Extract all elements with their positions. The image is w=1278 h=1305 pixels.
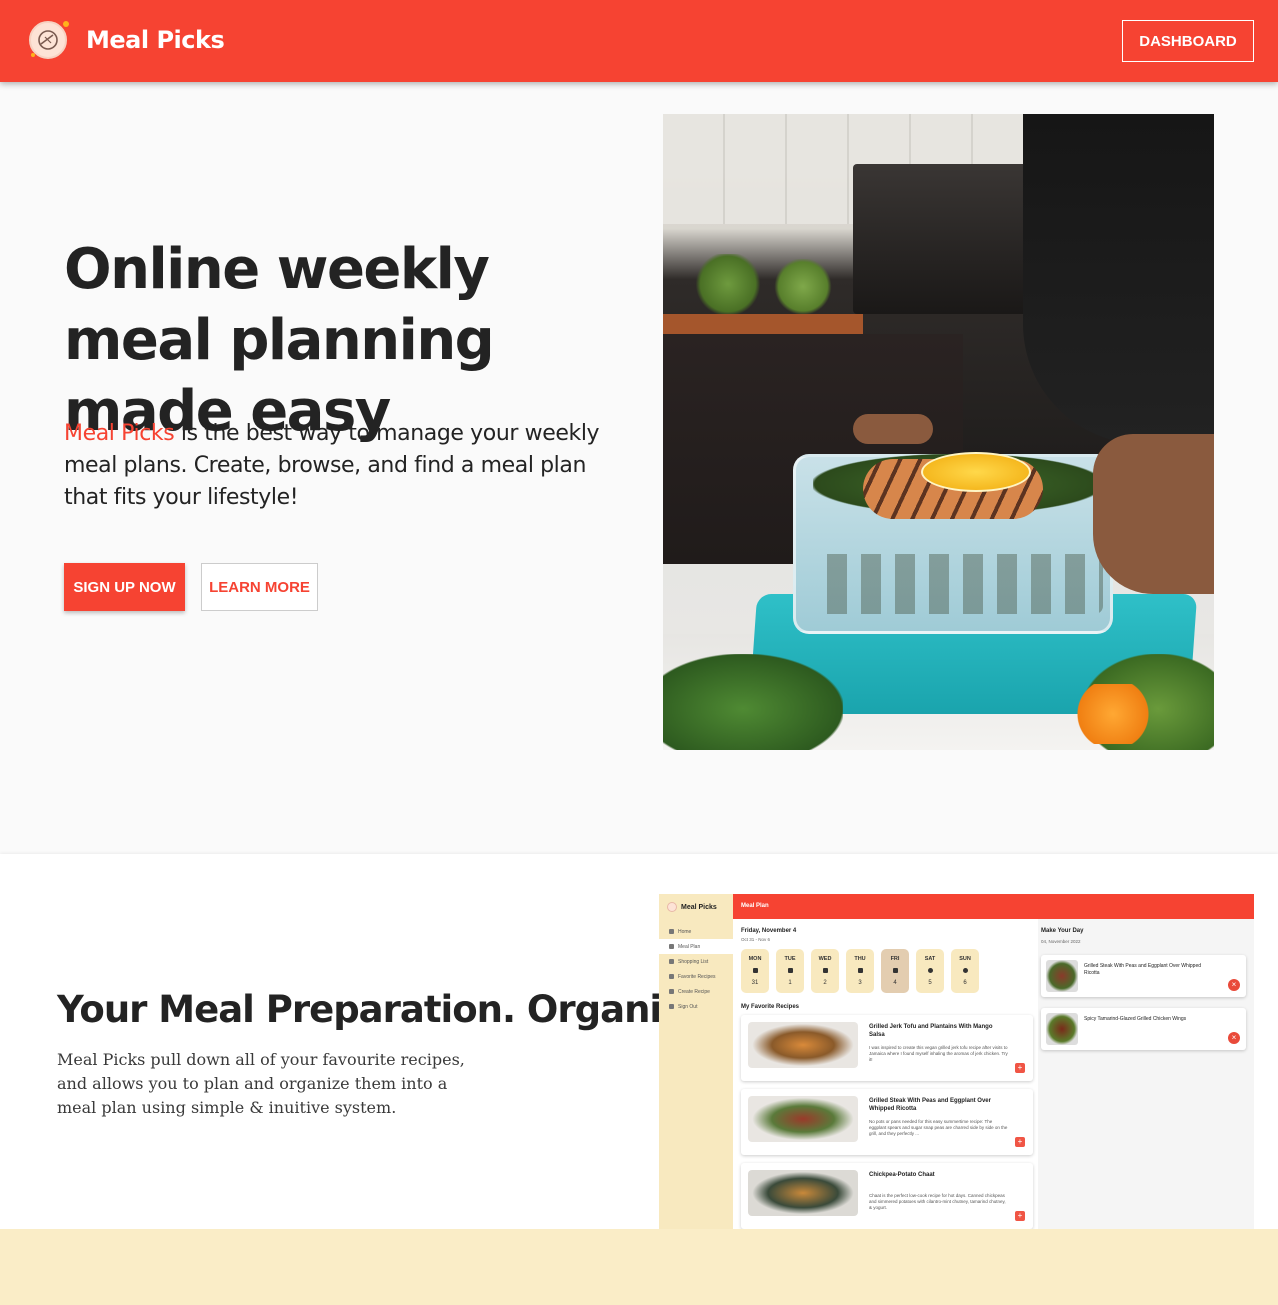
app-logo-icon bbox=[667, 902, 677, 912]
calendar-icon bbox=[669, 944, 674, 949]
app-preview-screenshot: Meal Picks Home Meal Plan Shopping List … bbox=[659, 894, 1254, 1229]
hero-section: Online weekly meal planning made easy Me… bbox=[0, 82, 1278, 854]
logo-icon[interactable] bbox=[29, 21, 69, 61]
brand-name[interactable]: Meal Picks bbox=[86, 26, 225, 54]
section-description: Meal Picks pull down all of your favouri… bbox=[57, 1050, 465, 1117]
app-day: SUN 6 bbox=[951, 949, 979, 993]
app-day: TUE 1 bbox=[776, 949, 804, 993]
sign-up-button[interactable]: SIGN UP NOW bbox=[64, 563, 185, 611]
app-recipe-card: Grilled Steak With Peas and Eggplant Ove… bbox=[741, 1089, 1033, 1155]
app-day: WED 2 bbox=[811, 949, 839, 993]
remove-icon: × bbox=[1228, 979, 1240, 991]
dashboard-button[interactable]: DASHBOARD bbox=[1122, 20, 1254, 62]
app-day-picker: MON 31 TUE 1 WED 2 THU 3 FRI 4 SAT 5 SUN 6 bbox=[741, 949, 979, 993]
app-day: SAT 5 bbox=[916, 949, 944, 993]
add-icon: + bbox=[1015, 1063, 1025, 1073]
app-nav-item: Sign Out bbox=[659, 999, 733, 1014]
app-sidebar: Meal Picks Home Meal Plan Shopping List … bbox=[659, 894, 733, 1229]
recipe-image bbox=[1046, 1013, 1078, 1045]
calendar-icon bbox=[752, 968, 758, 974]
app-nav-item: Create Recipe bbox=[659, 984, 733, 999]
app-day: MON 31 bbox=[741, 949, 769, 993]
recipe-image bbox=[748, 1096, 858, 1142]
add-icon: + bbox=[1015, 1211, 1025, 1221]
recipe-image bbox=[748, 1022, 858, 1068]
calendar-icon bbox=[787, 968, 793, 974]
footer-band bbox=[0, 1229, 1278, 1305]
calendar-icon bbox=[857, 968, 863, 974]
heart-icon bbox=[669, 974, 674, 979]
app-recipe-card: Grilled Jerk Tofu and Plantains With Man… bbox=[741, 1015, 1033, 1081]
app-nav-item: Meal Plan bbox=[659, 939, 733, 954]
app-planned-meal: Spicy Tamarind-Glazed Grilled Chicken Wi… bbox=[1041, 1008, 1246, 1050]
top-app-bar: Meal Picks DASHBOARD bbox=[0, 0, 1278, 82]
hero-title: Online weekly meal planning made easy bbox=[64, 237, 495, 444]
hero-description: Meal Picks is the best way to manage you… bbox=[64, 418, 624, 514]
app-main-panel: Friday, November 4 Oct 31 - Nov 6 MON 31 … bbox=[733, 919, 1038, 1229]
learn-more-button[interactable]: LEARN MORE bbox=[201, 563, 318, 611]
app-planned-meal: Grilled Steak With Peas and Eggplant Ove… bbox=[1041, 955, 1246, 997]
home-icon bbox=[669, 929, 674, 934]
app-nav-item: Favorite Recipes bbox=[659, 969, 733, 984]
add-circle-icon bbox=[927, 968, 933, 974]
sign-out-icon bbox=[669, 1004, 674, 1009]
basket-icon bbox=[669, 959, 674, 964]
recipe-image bbox=[1046, 960, 1078, 992]
app-day: THU 3 bbox=[846, 949, 874, 993]
app-make-your-day-panel: Make Your Day 04, November 2022 Grilled … bbox=[1038, 919, 1254, 1229]
app-recipe-card: Chickpea-Potato Chaat Chaat is the perfe… bbox=[741, 1163, 1033, 1229]
calendar-icon bbox=[822, 968, 828, 974]
app-nav-item: Shopping List bbox=[659, 954, 733, 969]
remove-icon: × bbox=[1228, 1032, 1240, 1044]
app-brand: Meal Picks bbox=[681, 903, 717, 911]
hero-meal-prep-image bbox=[663, 114, 1214, 750]
recipe-image bbox=[748, 1170, 858, 1216]
app-day-selected: FRI 4 bbox=[881, 949, 909, 993]
add-icon: + bbox=[1015, 1137, 1025, 1147]
organized-section: Your Meal Preparation. Organized. Meal P… bbox=[0, 854, 1278, 1229]
section-title: Your Meal Preparation. Organized. bbox=[57, 988, 745, 1031]
hero-brand-accent: Meal Picks bbox=[64, 421, 175, 446]
app-header: Meal Plan bbox=[733, 894, 1254, 919]
document-icon bbox=[669, 989, 674, 994]
calendar-icon bbox=[892, 968, 898, 974]
app-nav-item: Home bbox=[659, 924, 733, 939]
add-circle-icon bbox=[962, 968, 968, 974]
